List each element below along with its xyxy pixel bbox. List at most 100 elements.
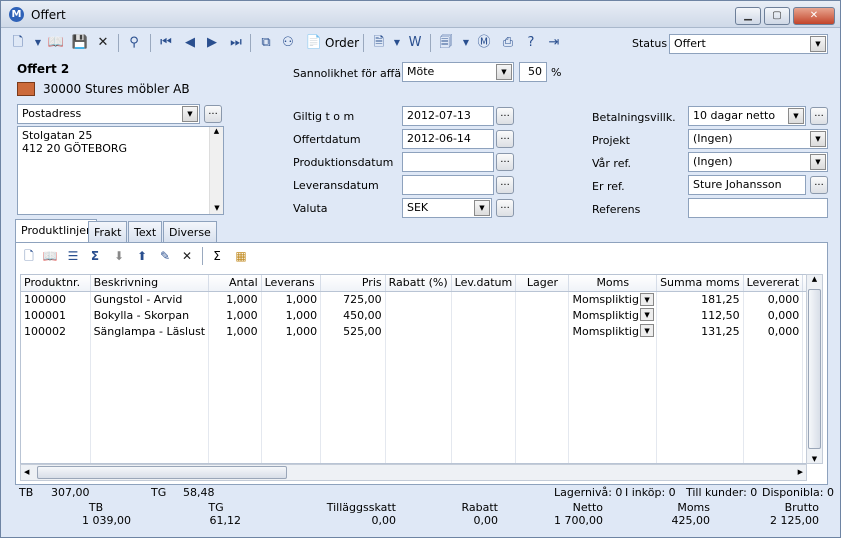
chevron-down-icon[interactable]: ▼ <box>810 131 826 147</box>
tab-produktlinjer[interactable]: Produktlinjer <box>15 219 97 242</box>
offertdatum-date-button[interactable]: ... <box>496 130 514 148</box>
maximize-button[interactable]: ▢ <box>764 7 790 25</box>
document-icon[interactable]: 🗎 <box>370 33 388 53</box>
sannolikhet-select[interactable]: Möte ▼ <box>402 62 514 82</box>
chevron-down-icon[interactable]: ▼ <box>810 154 826 170</box>
cell-rabatt[interactable] <box>385 323 452 339</box>
close-button[interactable]: ✕ <box>793 7 835 25</box>
properties-dropdown-icon[interactable]: ▼ <box>457 33 475 53</box>
cell-levdatum[interactable] <box>451 307 517 323</box>
cell-pris[interactable]: 725,00 <box>320 291 386 307</box>
chevron-down-icon[interactable]: ▼ <box>640 308 655 321</box>
scroll-left-icon[interactable]: ◀ <box>24 465 29 480</box>
cell-moms[interactable]: Momspliktig fö ▼ <box>568 307 658 323</box>
delete-line-icon[interactable]: ✕ <box>178 247 196 265</box>
col-header[interactable]: Leverans <box>261 275 322 292</box>
minimize-button[interactable]: ▁ <box>735 7 761 25</box>
copy-icon[interactable]: ⧉ <box>257 33 275 53</box>
table-row[interactable]: 100001 Bokylla - Skorpan 1,000 1,000 450… <box>21 307 809 323</box>
tab-text[interactable]: Text <box>128 221 163 243</box>
col-header[interactable]: Moms <box>568 275 658 292</box>
chevron-down-icon[interactable]: ▼ <box>810 36 826 52</box>
betalning-more-button[interactable]: ... <box>810 107 828 125</box>
cell-leverans[interactable]: 1,000 <box>261 307 322 323</box>
exit-icon[interactable]: ⇥ <box>545 33 563 53</box>
erref-more-button[interactable]: ... <box>810 176 828 194</box>
search-icon[interactable]: ⚲ <box>125 33 143 53</box>
valuta-more-button[interactable]: ... <box>496 199 514 217</box>
insert-line-icon[interactable]: ☰ <box>64 247 82 265</box>
col-header[interactable]: Beskrivning <box>90 275 210 292</box>
binoculars-icon[interactable]: ⚇ <box>279 33 297 53</box>
leveransdatum-input[interactable] <box>402 175 494 195</box>
cell-levererat[interactable]: 0,000 <box>743 291 804 307</box>
produktionsdatum-date-button[interactable]: ... <box>496 153 514 171</box>
cell-levererat[interactable]: 0,000 <box>743 307 804 323</box>
sigma-icon[interactable]: Σ <box>208 247 226 265</box>
cell-summa-moms[interactable]: 181,25 <box>656 291 744 307</box>
address-textarea[interactable]: Stolgatan 25 412 20 GÖTEBORG ▲ ▼ <box>17 126 224 215</box>
sannolikhet-percent-input[interactable]: 50 <box>519 62 547 82</box>
cell-leverans[interactable]: 1,000 <box>261 291 322 307</box>
cell-pris[interactable]: 525,00 <box>320 323 386 339</box>
varref-select[interactable]: (Ingen) ▼ <box>688 152 828 172</box>
cell-antal[interactable]: 1,000 <box>208 291 262 307</box>
col-header[interactable]: Antal <box>208 275 262 292</box>
giltig-input[interactable]: 2012-07-13 <box>402 106 494 126</box>
open-icon[interactable]: 📖 <box>47 33 65 53</box>
cell-summa-moms[interactable]: 131,25 <box>656 323 744 339</box>
giltig-date-button[interactable]: ... <box>496 107 514 125</box>
chevron-down-icon[interactable]: ▼ <box>496 64 512 80</box>
open-line-icon[interactable]: 📖 <box>41 247 59 265</box>
properties-icon[interactable]: 🗐 <box>437 33 455 53</box>
col-header[interactable]: Summa moms <box>656 275 744 292</box>
save-icon[interactable]: 💾 <box>71 33 89 53</box>
move-up-icon[interactable]: ⬆ <box>133 247 151 265</box>
projekt-select[interactable]: (Ingen) ▼ <box>688 129 828 149</box>
chevron-down-icon[interactable]: ▼ <box>182 106 198 122</box>
next-record-icon[interactable]: ▶ <box>203 33 221 53</box>
col-header[interactable]: Pris <box>320 275 386 292</box>
address-more-button[interactable]: ... <box>204 105 222 123</box>
cell-lager[interactable] <box>515 291 570 307</box>
cell-leverans[interactable]: 1,000 <box>261 323 322 339</box>
produktionsdatum-input[interactable] <box>402 152 494 172</box>
chevron-down-icon[interactable]: ▼ <box>788 108 804 124</box>
table-row[interactable]: 100000 Gungstol - Arvid 1,000 1,000 725,… <box>21 291 809 307</box>
cell-produktnr[interactable]: 100000 <box>21 291 91 307</box>
horizontal-scroll-thumb[interactable] <box>37 466 287 479</box>
leveransdatum-date-button[interactable]: ... <box>496 176 514 194</box>
last-record-icon[interactable]: ⏭ <box>227 33 245 53</box>
cell-beskrivning[interactable]: Gungstol - Arvid <box>90 291 210 307</box>
scroll-down-icon[interactable]: ▼ <box>807 455 822 463</box>
edit-line-icon[interactable]: ✎ <box>156 247 174 265</box>
valuta-select[interactable]: SEK ▼ <box>402 198 492 218</box>
scroll-up-icon[interactable]: ▲ <box>807 275 822 283</box>
cell-pris[interactable]: 450,00 <box>320 307 386 323</box>
first-record-icon[interactable]: ⏮ <box>157 33 175 53</box>
cell-antal[interactable]: 1,000 <box>208 323 262 339</box>
erref-input[interactable]: Sture Johansson <box>688 175 806 195</box>
new-dropdown-icon[interactable]: ▼ <box>29 33 47 53</box>
document-dropdown-icon[interactable]: ▼ <box>388 33 406 53</box>
word-icon[interactable]: W <box>406 33 424 53</box>
address-type-select[interactable]: Postadress ▼ <box>17 104 200 124</box>
address-scrollbar[interactable]: ▲ ▼ <box>209 127 223 214</box>
chevron-down-icon[interactable]: ▼ <box>640 324 655 337</box>
cell-levererat[interactable]: 0,000 <box>743 323 804 339</box>
referens-input[interactable] <box>688 198 828 218</box>
previous-record-icon[interactable]: ◀ <box>181 33 199 53</box>
tab-diverse[interactable]: Diverse <box>163 221 217 243</box>
order-icon[interactable]: 📄 <box>305 33 323 53</box>
scroll-right-icon[interactable]: ▶ <box>798 465 803 480</box>
cell-rabatt[interactable] <box>385 307 452 323</box>
new-icon[interactable]: 🗋 <box>9 33 27 53</box>
delete-icon[interactable]: ✕ <box>94 33 112 53</box>
col-header[interactable]: Rabatt (%) <box>385 275 452 292</box>
sum-line-icon[interactable]: Σ <box>86 247 104 265</box>
order-button[interactable]: Order <box>325 33 359 53</box>
col-header[interactable]: Produktnr. <box>21 275 91 292</box>
offertdatum-input[interactable]: 2012-06-14 <box>402 129 494 149</box>
cell-beskrivning[interactable]: Bokylla - Skorpan <box>90 307 210 323</box>
tab-frakt[interactable]: Frakt <box>88 221 128 243</box>
